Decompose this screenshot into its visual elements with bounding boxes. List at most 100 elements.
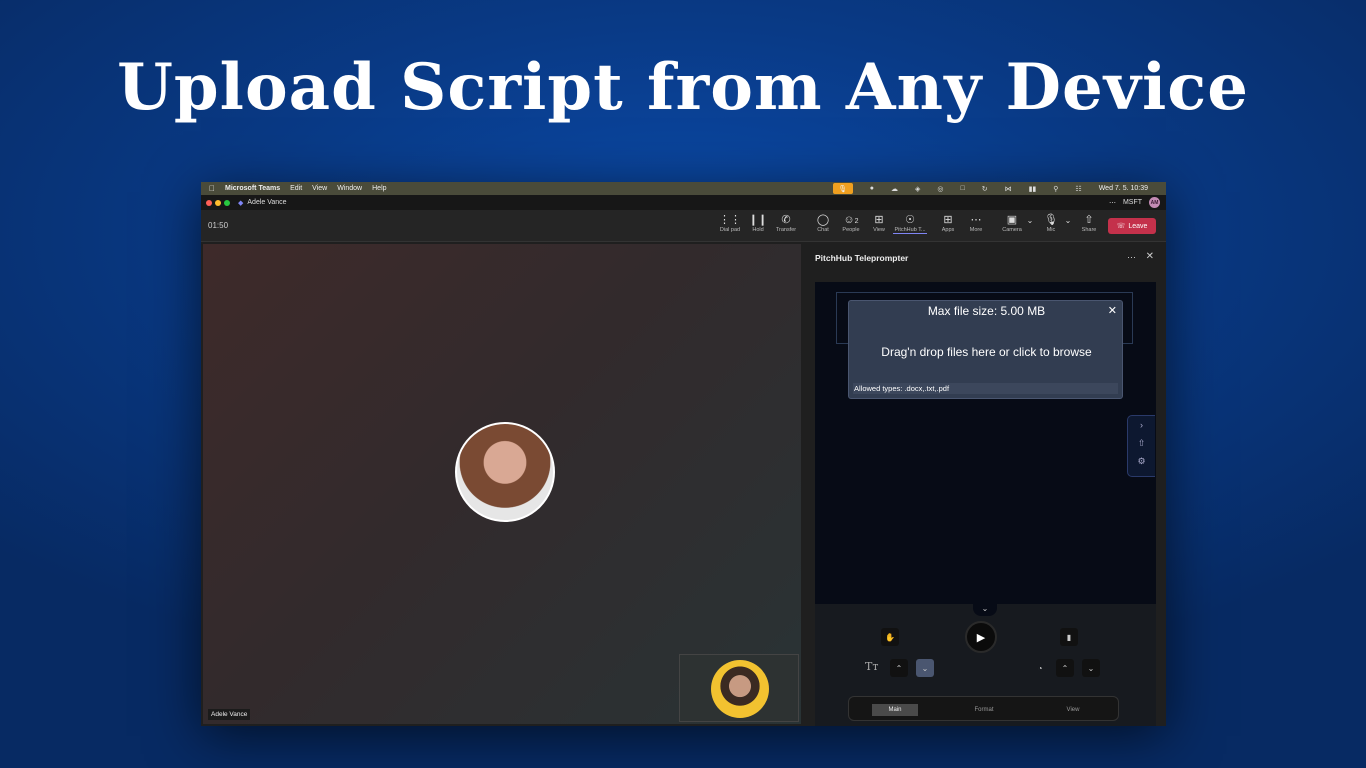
call-toolbar: 01:50 ⋮⋮ Dial pad ❙❙ Hold ✆ Transfer ◯ Chat … (201, 210, 1166, 242)
speed-gauge-icon: ◔ (1037, 663, 1043, 673)
phone-hangup-icon: ☏ (1116, 223, 1126, 230)
bluetooth-icon[interactable]: ⋈ (1005, 185, 1012, 193)
people-count: 2 (854, 218, 859, 225)
share-icon: ⇧ (1084, 214, 1094, 226)
teams-window:  Microsoft Teams Edit View Window Help … (201, 182, 1166, 726)
chevron-right-icon[interactable]: › (1128, 416, 1155, 434)
collapse-chevron-icon[interactable]: ⌄ (973, 604, 997, 616)
tab-view[interactable]: View (1050, 704, 1096, 716)
upload-close-icon[interactable]: ✕ (1108, 304, 1117, 317)
menu-window[interactable]: Window (337, 185, 362, 192)
teams-status-icon[interactable]: ● (870, 185, 874, 192)
hold-label: Hold (752, 227, 764, 233)
leave-button[interactable]: ☏ Leave (1108, 218, 1156, 234)
bookmark-icon[interactable]: ▮ (1060, 628, 1078, 646)
font-size-up-icon[interactable]: ⌃ (890, 659, 908, 677)
screenshot-icon[interactable]: □ (960, 185, 964, 192)
search-icon[interactable]: ⚲ (1053, 185, 1058, 193)
leave-label: Leave (1128, 222, 1148, 230)
call-title: Adele Vance (247, 199, 287, 206)
allowed-types-text: Allowed types: .docx,.txt,.pdf (853, 383, 1118, 394)
apps-icon: ⊞ (943, 214, 953, 226)
zoom-window-button[interactable] (224, 199, 230, 206)
menu-edit[interactable]: Edit (290, 185, 302, 192)
menu-help[interactable]: Help (372, 185, 386, 192)
people-button[interactable]: ☺2 People (837, 214, 865, 233)
tab-main[interactable]: Main (872, 704, 918, 716)
dropbox-icon[interactable]: ◈ (915, 185, 920, 193)
mac-menubar:  Microsoft Teams Edit View Window Help … (201, 182, 1166, 195)
menu-view[interactable]: View (312, 185, 327, 192)
more-button[interactable]: ⋯ More (962, 214, 990, 233)
dial-pad-label: Dial pad (719, 227, 741, 233)
close-window-button[interactable] (206, 199, 212, 206)
pitchhub-icon: ☉ (905, 214, 915, 226)
more-label: More (969, 227, 983, 233)
panel-title: PitchHub Teleprompter (815, 253, 909, 263)
user-avatar[interactable]: AM (1149, 197, 1160, 208)
upload-dialog[interactable]: Max file size: 5.00 MB ✕ Drag'n drop fil… (848, 300, 1123, 399)
dial-pad-button[interactable]: ⋮⋮ Dial pad (716, 214, 744, 233)
menu-app-name[interactable]: Microsoft Teams (225, 185, 280, 192)
minimize-window-button[interactable] (215, 199, 221, 206)
speed-up-icon[interactable]: ⌃ (1056, 659, 1074, 677)
share-button[interactable]: ⇧ Share (1075, 214, 1103, 233)
people-icon: ☺2 (843, 214, 859, 226)
pitchhub-label: PitchHub T... (894, 227, 926, 233)
side-toolbar: › ⇧ ⚙ (1127, 415, 1155, 477)
speed-down-icon[interactable]: ⌄ (1082, 659, 1100, 677)
cloud-icon[interactable]: ☁ (891, 185, 898, 193)
loop-icon[interactable]: ↻ (982, 185, 988, 193)
tab-format[interactable]: Format (961, 704, 1007, 716)
video-stage: Adele Vance (203, 244, 801, 724)
call-timer: 01:50 (208, 221, 229, 230)
font-size-down-icon[interactable]: ⌄ (916, 659, 934, 677)
view-label: View (873, 227, 885, 233)
mic-label: Mic (1046, 227, 1056, 233)
chat-label: Chat (817, 227, 829, 233)
camera-button[interactable]: ▣ Camera (998, 214, 1026, 233)
window-titlebar: ◆ Adele Vance ⋯ MSFT AM (201, 195, 1166, 210)
teleprompter-body: Max file size: 5.00 MB ✕ Drag'n drop fil… (815, 282, 1156, 726)
font-size-icon: Tт (865, 660, 879, 673)
camera-options-button[interactable]: ⌄ (1023, 214, 1037, 227)
apple-icon[interactable]:  (209, 184, 215, 193)
people-label: People (842, 227, 860, 233)
chat-button[interactable]: ◯ Chat (809, 214, 837, 233)
pause-icon: ❙❙ (748, 214, 768, 226)
self-video-tile[interactable] (679, 654, 799, 722)
view-button[interactable]: ⊞ View (865, 214, 893, 233)
mode-tabs: Main Format View (848, 696, 1119, 721)
battery-icon[interactable]: ▮▮ (1029, 185, 1037, 193)
apps-button[interactable]: ⊞ Apps (934, 214, 962, 233)
mic-options-button[interactable]: ⌄ (1061, 214, 1075, 227)
settings-gear-icon[interactable]: ⚙ (1128, 452, 1155, 470)
mic-in-use-icon[interactable]: 🎙 (832, 183, 853, 194)
pitchhub-button[interactable]: ☉ PitchHub T... (893, 214, 927, 234)
chat-icon: ◯ (816, 214, 830, 226)
share-label: Share (1081, 227, 1097, 233)
upload-icon[interactable]: ⇧ (1128, 434, 1155, 452)
play-button[interactable]: ▶ (965, 621, 997, 653)
control-center-icon[interactable]: ☷ (1075, 185, 1081, 193)
chevron-down-icon: ⌄ (1064, 216, 1072, 225)
transfer-button[interactable]: ✆ Transfer (772, 214, 800, 233)
drop-zone-text[interactable]: Drag'n drop files here or click to brows… (849, 345, 1124, 359)
teams-logo-icon: ◆ (238, 199, 244, 207)
pitchhub-panel: PitchHub Teleprompter ⋯ ✕ Max file size:… (805, 244, 1166, 726)
headline: Upload Script from Any Device (117, 50, 1249, 125)
more-icon[interactable]: ⋯ (1109, 199, 1116, 207)
more-icon: ⋯ (970, 214, 982, 226)
org-name[interactable]: MSFT (1123, 199, 1142, 206)
status-area: 🎙 ● ☁ ◈ ◎ □ ↻ ⋈ ▮▮ ⚲ ☷ Wed 7. 5. 10:39 (832, 182, 1158, 195)
hold-button[interactable]: ❙❙ Hold (744, 214, 772, 233)
participant-avatar (455, 422, 555, 522)
camera-off-icon: ▣ (1006, 214, 1018, 226)
camera-label: Camera (1002, 227, 1022, 233)
creative-cloud-icon[interactable]: ◎ (937, 185, 943, 193)
menubar-clock[interactable]: Wed 7. 5. 10:39 (1099, 185, 1148, 192)
chevron-down-icon: ⌄ (1026, 216, 1034, 225)
panel-close-icon[interactable]: ✕ (1146, 251, 1154, 262)
panel-more-icon[interactable]: ⋯ (1127, 252, 1136, 263)
hand-icon[interactable]: ✋ (881, 628, 899, 646)
